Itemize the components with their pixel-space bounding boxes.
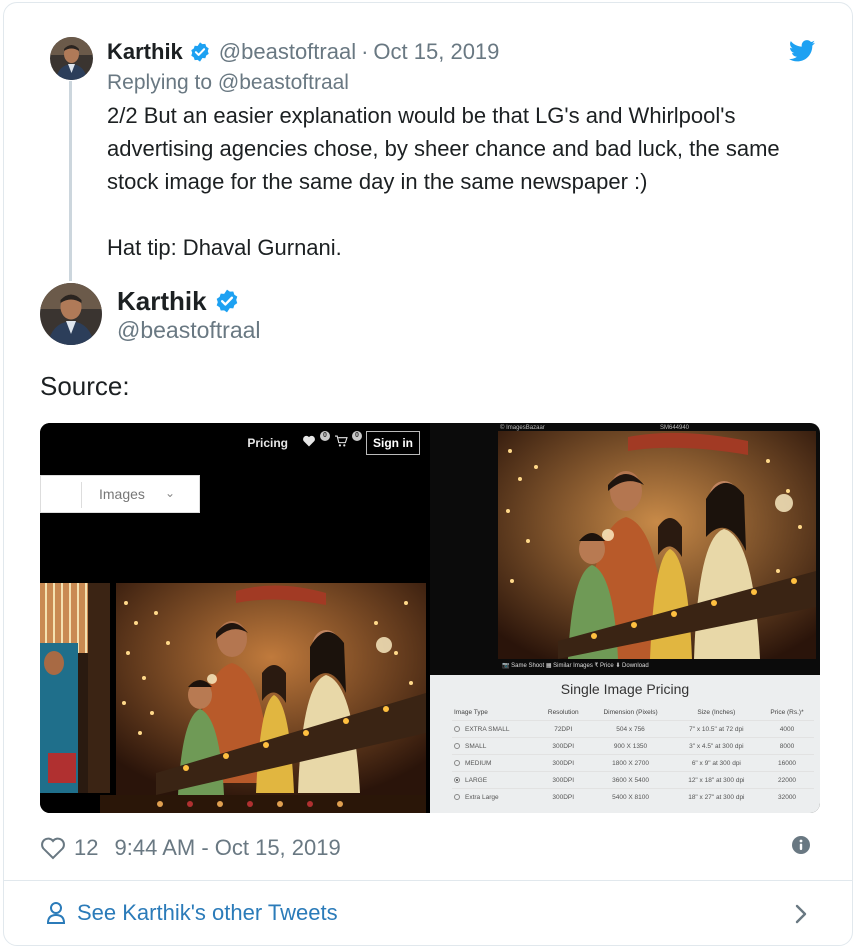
verified-badge-icon bbox=[216, 289, 237, 313]
size-cell: 12" x 18" at 300 dpi bbox=[672, 771, 761, 789]
thread-connector-line bbox=[69, 81, 72, 281]
stock-photo-panel: © ImagesBazaar SM644940 📷 Same Shoot ▦ S… bbox=[430, 423, 820, 675]
image-type: Extra Large bbox=[465, 793, 499, 801]
price-cell: 22000 bbox=[760, 771, 814, 789]
wishlist-heart-icon: 0 bbox=[302, 431, 330, 451]
pricing-row: SMALL 300DPI 900 X 1350 3" x 4.5" at 300… bbox=[452, 737, 814, 755]
tweet-timestamp[interactable]: 9:44 AM - Oct 15, 2019 bbox=[114, 835, 340, 861]
heart-icon[interactable] bbox=[40, 836, 66, 860]
size-cell: 18" x 27" at 300 dpi bbox=[672, 788, 761, 806]
sliver-photo bbox=[40, 583, 110, 793]
price-cell: 8000 bbox=[760, 737, 814, 755]
resolution-cell: 300DPI bbox=[538, 754, 589, 772]
tweet-text: Source: bbox=[40, 371, 130, 401]
chevron-down-icon: ⌄ bbox=[165, 486, 176, 500]
info-icon[interactable] bbox=[792, 836, 810, 854]
see-other-tweets-label[interactable]: See Karthik's other Tweets bbox=[77, 900, 338, 926]
image-type: LARGE bbox=[465, 776, 488, 784]
wishlist-badge: 0 bbox=[320, 431, 330, 441]
pricing-row: EXTRA SMALL 72DPI 504 x 756 7" x 10.5" a… bbox=[452, 720, 814, 738]
twitter-bird-icon[interactable] bbox=[789, 40, 815, 62]
author-name[interactable]: Karthik bbox=[117, 286, 207, 317]
dropdown-divider bbox=[81, 482, 82, 508]
radio-selected-icon bbox=[454, 776, 460, 783]
author-name-row: Karthik bbox=[117, 284, 248, 318]
tweet-media[interactable]: Pricing 0 0 Sign in Images ⌄ © ImagesBaz… bbox=[40, 423, 820, 813]
replying-to-prefix: Replying to bbox=[107, 71, 213, 94]
photo-credit: © ImagesBazaar bbox=[500, 425, 545, 431]
radio-icon bbox=[454, 742, 460, 749]
resolution-cell: 300DPI bbox=[538, 771, 589, 789]
dimension-cell: 900 X 1350 bbox=[588, 737, 673, 755]
pricing-row: Extra Large 300DPI 5400 X 8100 18" x 27"… bbox=[452, 788, 814, 806]
embedded-tweet-card: Karthik @beastoftraal · Oct 15, 2019 Rep… bbox=[3, 2, 853, 946]
images-dropdown-label: Images bbox=[99, 486, 145, 502]
see-other-tweets-link[interactable]: See Karthik's other Tweets bbox=[4, 881, 852, 945]
festive-family-photo-large bbox=[498, 431, 816, 659]
image-type: EXTRA SMALL bbox=[465, 725, 510, 733]
pricing-col-header: Size (Inches) bbox=[697, 709, 736, 716]
site-sign-in: Sign in bbox=[366, 431, 420, 455]
dimension-cell: 1800 X 2700 bbox=[588, 754, 673, 772]
images-dropdown: Images ⌄ bbox=[40, 475, 200, 513]
verified-badge-icon bbox=[191, 42, 209, 62]
reply-tweet-date[interactable]: Oct 15, 2019 bbox=[373, 39, 499, 65]
reply-tweet-text: 2/2 But an easier explanation would be t… bbox=[107, 99, 817, 264]
reply-author-handle[interactable]: @beastoftraal bbox=[219, 39, 356, 65]
reply-author-name[interactable]: Karthik bbox=[107, 39, 183, 65]
pricing-row: LARGE 300DPI 3600 X 5400 12" x 18" at 30… bbox=[452, 771, 814, 789]
pricing-col-header: Dimension (Pixels) bbox=[603, 709, 658, 716]
replying-to-mention[interactable]: @beastoftraal bbox=[218, 71, 349, 94]
radio-icon bbox=[454, 794, 460, 801]
reply-text-paragraph: Hat tip: Dhaval Gurnani. bbox=[107, 235, 342, 260]
resolution-cell: 300DPI bbox=[538, 737, 589, 755]
photo-actions: 📷 Same Shoot ▦ Similar Images ₹ Price ⬇ … bbox=[502, 663, 649, 669]
person-icon bbox=[46, 902, 66, 924]
author-handle[interactable]: @beastoftraal bbox=[117, 317, 261, 344]
replying-to-line: Replying to @beastoftraal bbox=[107, 71, 349, 95]
radio-icon bbox=[454, 759, 460, 766]
radio-icon bbox=[454, 725, 460, 732]
size-cell: 3" x 4.5" at 300 dpi bbox=[672, 737, 761, 755]
tweet-meta: 12 9:44 AM - Oct 15, 2019 bbox=[40, 833, 341, 863]
resolution-cell: 300DPI bbox=[538, 788, 589, 806]
dimension-cell: 5400 X 8100 bbox=[588, 788, 673, 806]
author-avatar[interactable] bbox=[40, 283, 102, 345]
media-image-left[interactable]: Pricing 0 0 Sign in Images ⌄ bbox=[40, 423, 426, 813]
image-type: MEDIUM bbox=[465, 759, 492, 767]
cart-badge: 0 bbox=[352, 431, 362, 441]
header-separator: · bbox=[361, 39, 369, 64]
image-type: SMALL bbox=[465, 742, 487, 750]
price-cell: 32000 bbox=[760, 788, 814, 806]
festive-family-photo bbox=[116, 583, 426, 795]
like-count[interactable]: 12 bbox=[74, 835, 98, 861]
price-cell: 4000 bbox=[760, 720, 814, 738]
dimension-cell: 504 x 756 bbox=[588, 720, 673, 738]
site-nav-pricing: Pricing bbox=[247, 436, 288, 450]
reply-author-avatar[interactable] bbox=[50, 37, 93, 80]
pricing-table: Image Type Resolution Dimension (Pixels)… bbox=[452, 707, 814, 806]
pricing-col-header: Resolution bbox=[547, 709, 579, 716]
photo-bottom-strip bbox=[100, 795, 426, 813]
stock-site-nav: Pricing 0 0 Sign in bbox=[247, 431, 420, 455]
size-cell: 7" x 10.5" at 72 dpi bbox=[672, 720, 761, 738]
dimension-cell: 3600 X 5400 bbox=[588, 771, 673, 789]
pricing-col-header: Image Type bbox=[454, 709, 488, 716]
pricing-row: MEDIUM 300DPI 1800 X 2700 6" x 9" at 300… bbox=[452, 754, 814, 772]
price-cell: 16000 bbox=[760, 754, 814, 772]
reply-text-paragraph: 2/2 But an easier explanation would be t… bbox=[107, 103, 780, 194]
pricing-title: Single Image Pricing bbox=[560, 681, 690, 697]
chevron-right-icon bbox=[795, 904, 807, 924]
photo-code: SM644940 bbox=[660, 425, 690, 431]
reply-tweet-header: Karthik @beastoftraal · Oct 15, 2019 bbox=[107, 38, 499, 66]
pricing-col-header: Price (Rs.)* bbox=[770, 709, 804, 716]
size-cell: 6" x 9" at 300 dpi bbox=[672, 754, 761, 772]
resolution-cell: 72DPI bbox=[538, 720, 589, 738]
media-image-right[interactable]: © ImagesBazaar SM644940 📷 Same Shoot ▦ S… bbox=[430, 423, 820, 813]
cart-icon: 0 bbox=[334, 431, 362, 451]
